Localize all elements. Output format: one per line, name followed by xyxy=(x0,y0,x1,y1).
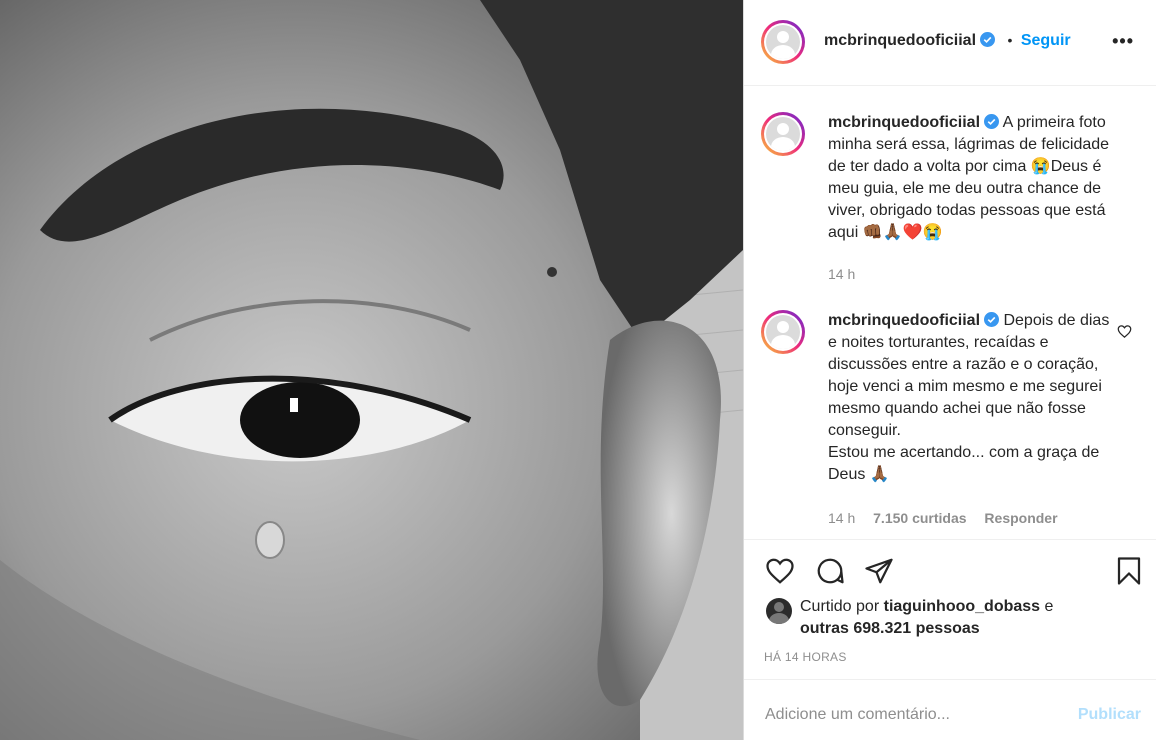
comment-username[interactable]: mcbrinquedooficiial xyxy=(828,114,980,131)
comment-meta: 14 h xyxy=(828,266,869,282)
instagram-post-view: mcbrinquedooficiial • Seguir ••• mcbrinq… xyxy=(0,0,1156,740)
separator-dot: • xyxy=(1007,32,1013,48)
post-actions: Curtido por tiaguinhooo_dobass e outras … xyxy=(744,540,1156,680)
avatar[interactable] xyxy=(761,310,805,354)
liker-username[interactable]: tiaguinhooo_dobass xyxy=(884,598,1040,615)
comment-time[interactable]: 14 h xyxy=(828,510,855,526)
comment-input[interactable]: Adicione um comentário... xyxy=(765,706,950,724)
post-photo[interactable] xyxy=(0,0,743,740)
verified-badge-icon xyxy=(980,32,996,47)
liked-by-prefix: Curtido por xyxy=(800,598,880,615)
likes-others-link[interactable]: outras 698.321 pessoas xyxy=(800,620,980,637)
publish-button[interactable]: Publicar xyxy=(1078,706,1141,724)
avatar[interactable] xyxy=(761,112,805,156)
likes-summary: Curtido por tiaguinhooo_dobass e outras … xyxy=(800,596,1053,640)
comment-body-line-1: Depois de dias e noites torturantes, rec… xyxy=(828,312,1110,439)
heart-icon[interactable] xyxy=(764,556,796,586)
add-comment-form: Adicione um comentário... Publicar xyxy=(744,680,1156,740)
header-user-line: mcbrinquedooficiial • Seguir xyxy=(824,32,1071,50)
comments-list: mcbrinquedooficiial A primeira foto minh… xyxy=(744,86,1156,540)
post-header: mcbrinquedooficiial • Seguir ••• xyxy=(744,0,1156,86)
post-side-panel: mcbrinquedooficiial • Seguir ••• mcbrinq… xyxy=(743,0,1156,740)
username-link[interactable]: mcbrinquedooficiial xyxy=(824,32,976,49)
post-photo-image xyxy=(0,0,743,740)
comment-text: mcbrinquedooficiial Depois de dias e noi… xyxy=(828,310,1118,486)
reply-button[interactable]: Responder xyxy=(984,510,1057,526)
comment-body: A primeira foto minha será essa, lágrima… xyxy=(828,114,1110,241)
comment-body-line-2: Estou me acertando... com a graça de Deu… xyxy=(828,444,1100,483)
follow-button[interactable]: Seguir xyxy=(1021,32,1071,49)
comment-likes[interactable]: 7.150 curtidas xyxy=(873,510,966,526)
comment-time[interactable]: 14 h xyxy=(828,266,855,282)
avatar[interactable] xyxy=(761,20,805,64)
likes-conjunction: e xyxy=(1044,598,1054,615)
post-timestamp[interactable]: HÁ 14 HORAS xyxy=(764,650,847,664)
comment-username[interactable]: mcbrinquedooficiial xyxy=(828,312,980,329)
comment-meta: 14 h 7.150 curtidas Responder xyxy=(828,510,1072,526)
liker-avatar[interactable] xyxy=(766,598,792,624)
comment-like-icon[interactable] xyxy=(1117,324,1132,339)
verified-badge-icon xyxy=(984,114,1000,129)
more-options-icon[interactable]: ••• xyxy=(1112,31,1134,52)
verified-badge-icon xyxy=(984,312,1000,327)
bookmark-icon[interactable] xyxy=(1114,555,1144,587)
paper-plane-icon[interactable] xyxy=(863,556,895,586)
comment-item: mcbrinquedooficiial Depois de dias e noi… xyxy=(761,310,1141,530)
comment-icon[interactable] xyxy=(814,556,846,586)
comment-text: mcbrinquedooficiial A primeira foto minh… xyxy=(828,112,1118,244)
caption-comment: mcbrinquedooficiial A primeira foto minh… xyxy=(761,112,1141,282)
